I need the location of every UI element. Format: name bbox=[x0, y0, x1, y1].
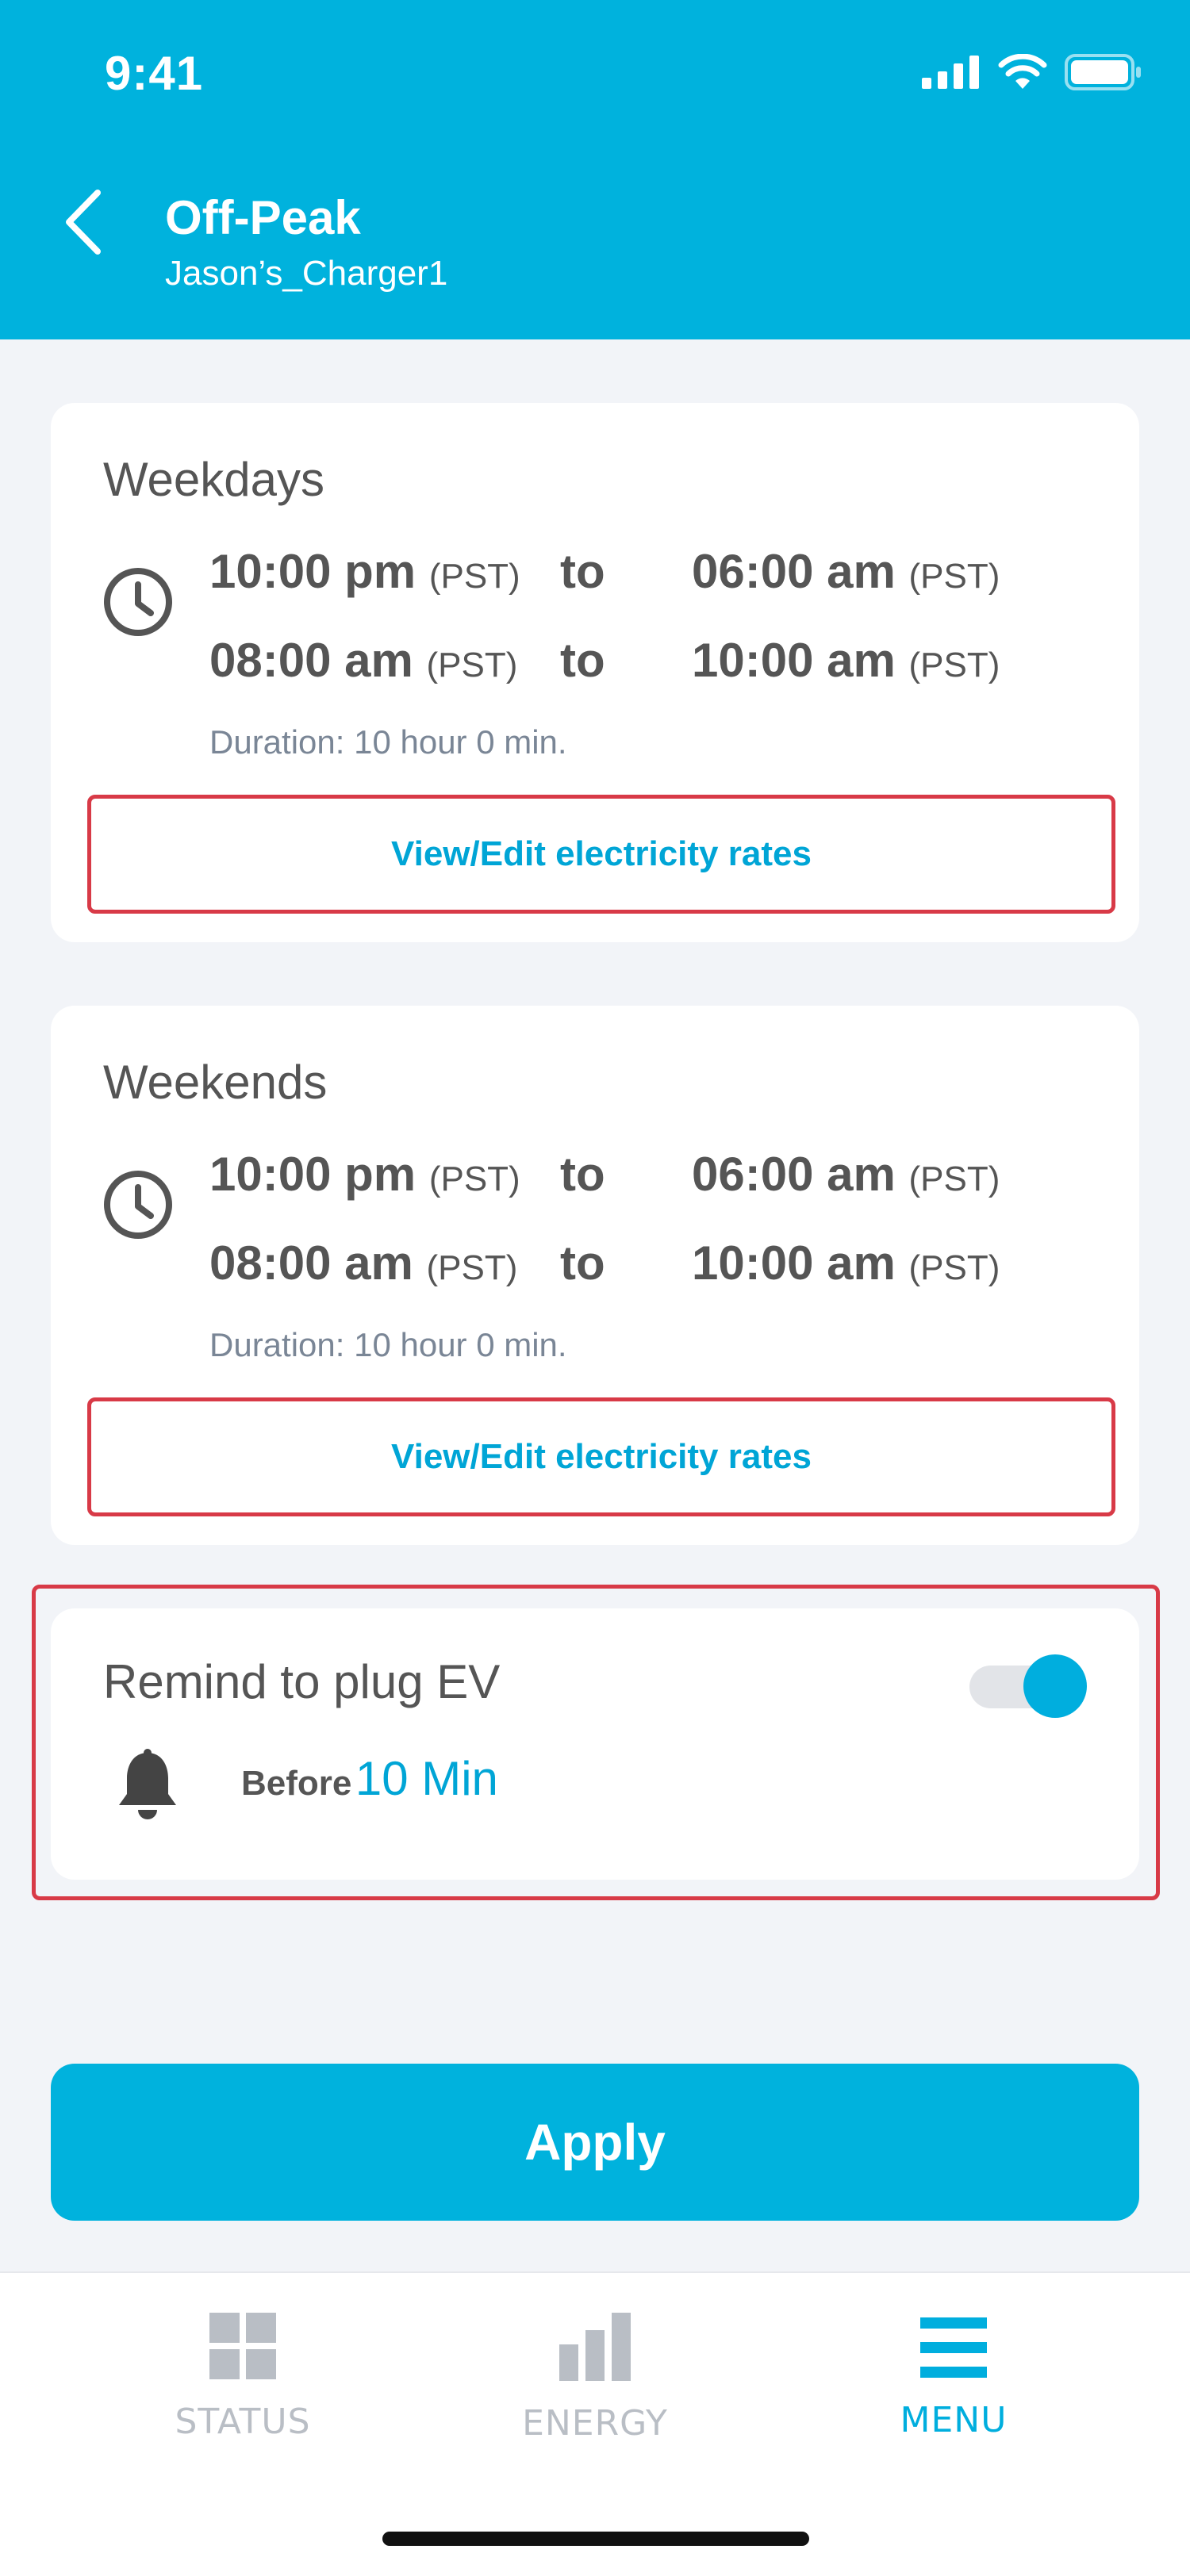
timezone-label: (PST) bbox=[908, 646, 1000, 684]
grid-icon bbox=[209, 2313, 276, 2379]
reminder-card: Remind to plug EV Before 10 Min bbox=[51, 1608, 1139, 1880]
start-time: 08:00 am bbox=[209, 1236, 413, 1290]
tab-status-label: STATUS bbox=[175, 2402, 311, 2442]
end-time: 06:00 am bbox=[692, 545, 896, 598]
time-range-row: 08:00 am (PST) to 10:00 am (PST) bbox=[209, 1236, 1000, 1290]
tab-energy[interactable]: ENERGY bbox=[476, 2313, 714, 2471]
tab-status[interactable]: STATUS bbox=[124, 2313, 362, 2471]
toggle-knob bbox=[1023, 1654, 1087, 1718]
tab-bar: STATUS ENERGY MENU bbox=[0, 2271, 1190, 2576]
cellular-signal-icon bbox=[922, 56, 979, 89]
page-title: Off-Peak bbox=[165, 191, 361, 244]
reminder-title: Remind to plug EV bbox=[103, 1655, 501, 1708]
timezone-label: (PST) bbox=[426, 646, 518, 684]
view-edit-rates-button[interactable]: View/Edit electricity rates bbox=[87, 1397, 1115, 1516]
duration-label: Duration: 10 hour 0 min. bbox=[209, 1326, 567, 1363]
weekdays-title: Weekdays bbox=[103, 453, 325, 506]
timezone-label: (PST) bbox=[428, 1160, 520, 1198]
end-time: 10:00 am bbox=[692, 1236, 896, 1290]
start-time: 10:00 pm bbox=[209, 1148, 416, 1201]
battery-icon bbox=[1065, 54, 1141, 90]
start-time: 08:00 am bbox=[209, 634, 413, 687]
back-button[interactable] bbox=[56, 182, 111, 262]
tab-energy-label: ENERGY bbox=[522, 2403, 668, 2444]
time-range-row: 10:00 pm (PST) to 06:00 am (PST) bbox=[209, 1147, 1000, 1202]
timezone-label: (PST) bbox=[908, 1160, 1000, 1198]
end-time: 10:00 am bbox=[692, 634, 896, 687]
timezone-label: (PST) bbox=[426, 1248, 518, 1287]
status-time: 9:41 bbox=[105, 47, 204, 100]
chevron-left-icon bbox=[66, 190, 101, 255]
charger-name: Jason’s_Charger1 bbox=[165, 254, 448, 293]
clock-icon bbox=[104, 568, 172, 636]
reminder-time-value[interactable]: 10 Min bbox=[355, 1752, 498, 1805]
view-edit-rates-button[interactable]: View/Edit electricity rates bbox=[87, 795, 1115, 914]
start-time: 10:00 pm bbox=[209, 545, 416, 598]
to-label: to bbox=[560, 634, 605, 687]
to-label: to bbox=[560, 1148, 605, 1201]
time-range-row: 10:00 pm (PST) to 06:00 am (PST) bbox=[209, 544, 1000, 599]
apply-button[interactable]: Apply bbox=[51, 2064, 1139, 2221]
reminder-before-row: Before 10 Min bbox=[241, 1751, 498, 1806]
tab-menu-label: MENU bbox=[900, 2400, 1008, 2440]
home-indicator bbox=[382, 2532, 809, 2546]
timezone-label: (PST) bbox=[428, 557, 520, 596]
bell-icon bbox=[119, 1749, 176, 1819]
end-time: 06:00 am bbox=[692, 1148, 896, 1201]
weekends-card: Weekends 10:00 pm (PST) to 06:00 am (PST… bbox=[51, 1006, 1139, 1545]
tab-menu[interactable]: MENU bbox=[835, 2313, 1073, 2471]
weekdays-card: Weekdays 10:00 pm (PST) to 06:00 am (PST… bbox=[51, 403, 1139, 942]
status-icons bbox=[922, 52, 1142, 92]
time-range-row: 08:00 am (PST) to 10:00 am (PST) bbox=[209, 633, 1000, 688]
to-label: to bbox=[560, 545, 605, 598]
bar-chart-icon bbox=[559, 2313, 631, 2381]
timezone-label: (PST) bbox=[908, 557, 1000, 596]
header-bar: 9:41 Off-Peak Jason’s_Charger1 bbox=[0, 0, 1190, 339]
menu-icon bbox=[920, 2317, 987, 2378]
to-label: to bbox=[560, 1236, 605, 1290]
before-label: Before bbox=[241, 1764, 352, 1803]
clock-icon bbox=[104, 1171, 172, 1239]
weekends-title: Weekends bbox=[103, 1056, 328, 1109]
timezone-label: (PST) bbox=[908, 1248, 1000, 1287]
wifi-icon bbox=[998, 54, 1047, 89]
duration-label: Duration: 10 hour 0 min. bbox=[209, 723, 567, 761]
reminder-toggle[interactable] bbox=[969, 1654, 1088, 1718]
